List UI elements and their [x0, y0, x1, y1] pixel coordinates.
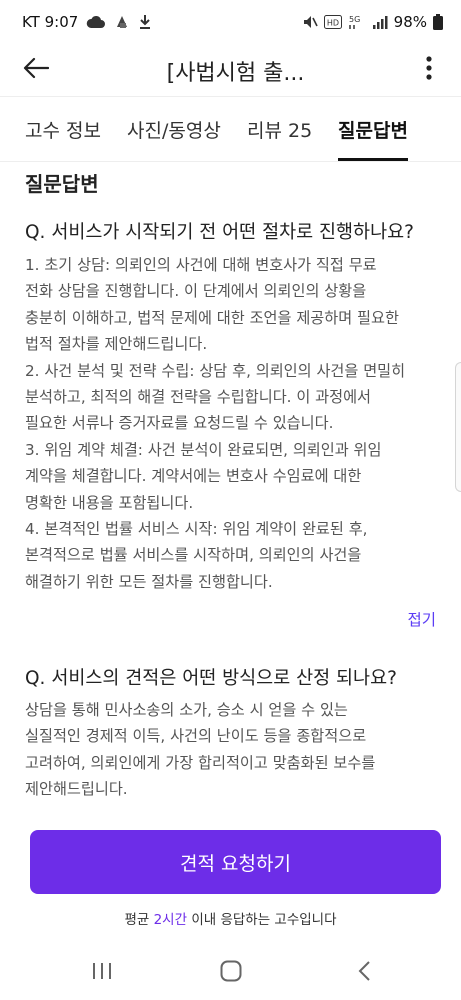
svg-text:HD: HD [327, 19, 339, 28]
more-options-button[interactable] [417, 52, 441, 88]
answer-text: 상담을 통해 민사소송의 소가, 승소 시 얻을 수 있는 실질적인 경제적 이… [25, 701, 376, 799]
page-title: [사법시험 출... [166, 61, 305, 86]
cloud-icon [86, 15, 106, 29]
fold-link[interactable]: 접기 [407, 608, 436, 630]
more-vertical-icon [426, 56, 432, 84]
note-prefix: 평균 [124, 912, 154, 928]
tab-reviews[interactable]: 리뷰 25 [247, 116, 312, 143]
qa-section[interactable]: 질문답변 Q. 서비스가 시작되기 전 어떤 절차로 진행하나요? 1. 초기 … [0, 162, 461, 822]
chevron-left-icon [357, 960, 371, 986]
status-right: HD 5G 98% [302, 13, 443, 31]
network-5g-icon: 5G [348, 14, 366, 30]
system-nav-bar [0, 946, 461, 1000]
tab-qa[interactable]: 질문답변 [338, 116, 408, 143]
signal-icon [372, 15, 388, 29]
hd-icon: HD [323, 15, 342, 29]
note-suffix: 이내 응답하는 고수입니다 [187, 912, 337, 928]
battery-icon [433, 14, 443, 30]
response-time-note: 평균 2시간 이내 응답하는 고수입니다 [0, 908, 461, 928]
response-time-highlight: 2시간 [153, 912, 188, 928]
notification-icon [114, 14, 130, 30]
home-button[interactable] [211, 956, 251, 990]
tab-bar: 고수 정보 사진/동영상 리뷰 25 질문답변 [0, 97, 461, 161]
answer-text: 1. 초기 상담: 의뢰인의 사건에 대해 변호사가 직접 무료 전화 상담을 … [25, 256, 406, 591]
status-left: KT 9:07 [22, 13, 302, 31]
tab-expert-info[interactable]: 고수 정보 [25, 116, 101, 143]
section-title: 질문답변 [25, 172, 99, 196]
mute-icon [302, 14, 318, 30]
tab-photos-videos[interactable]: 사진/동영상 [127, 116, 221, 143]
scrollbar[interactable] [455, 362, 461, 492]
download-icon [138, 14, 152, 30]
status-bar: KT 9:07 HD 5G 98% [0, 0, 461, 44]
app-bar: [사법시험 출... [0, 44, 461, 96]
home-icon [220, 960, 242, 986]
system-back-button[interactable] [344, 956, 384, 990]
carrier-time: KT 9:07 [22, 13, 79, 31]
battery-percent: 98% [393, 13, 427, 31]
svg-text:5G: 5G [349, 15, 360, 24]
question-title: Q. 서비스가 시작되기 전 어떤 절차로 진행하나요? [25, 222, 414, 243]
request-quote-button[interactable]: 견적 요청하기 [30, 830, 441, 894]
cta-container: 견적 요청하기 [30, 830, 441, 894]
recents-button[interactable] [82, 958, 122, 988]
question-title: Q. 서비스의 견적은 어떤 방식으로 산정 되나요? [25, 668, 397, 689]
recents-icon [91, 962, 113, 984]
